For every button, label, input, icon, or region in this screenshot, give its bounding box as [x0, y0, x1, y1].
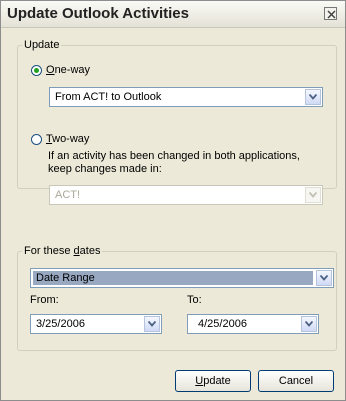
one-way-label: One-way: [46, 64, 91, 76]
close-button[interactable]: [324, 7, 337, 20]
chevron-down-icon: [148, 321, 156, 327]
chevron-down-icon: [309, 192, 317, 198]
dropdown-arrow-button[interactable]: [144, 316, 160, 332]
two-way-radio[interactable]: Two-way: [31, 133, 89, 145]
date-range-type-value: Date Range: [33, 271, 313, 285]
from-date-picker[interactable]: 3/25/2006: [30, 314, 162, 334]
update-outlook-activities-dialog: Update Outlook Activities Update One-way…: [0, 0, 346, 401]
dropdown-arrow-button[interactable]: [316, 270, 332, 286]
radio-unselected-icon: [31, 133, 42, 145]
conflict-hint: If an activity has been changed in both …: [48, 150, 300, 175]
from-label: From:: [30, 294, 59, 306]
dates-group-legend: For these dates: [24, 245, 101, 257]
chevron-down-icon: [309, 94, 317, 100]
to-date-value: 4/25/2006: [198, 318, 247, 330]
chevron-down-icon: [305, 321, 313, 327]
to-label: To:: [187, 294, 202, 306]
one-way-direction-dropdown[interactable]: From ACT! to Outlook: [49, 87, 323, 107]
conflict-winner-value: ACT!: [55, 189, 81, 201]
close-icon: [327, 10, 336, 19]
one-way-radio[interactable]: One-way: [31, 64, 90, 76]
title-bar: Update Outlook Activities: [1, 1, 345, 28]
one-way-direction-value: From ACT! to Outlook: [55, 91, 162, 103]
dropdown-arrow-button[interactable]: [301, 316, 317, 332]
cancel-button[interactable]: Cancel: [258, 370, 334, 392]
radio-selected-icon: [31, 64, 42, 76]
dropdown-arrow-button[interactable]: [305, 89, 321, 105]
update-group-legend: Update: [24, 39, 60, 51]
date-range-type-dropdown[interactable]: Date Range: [30, 268, 334, 288]
conflict-winner-dropdown[interactable]: ACT!: [49, 185, 323, 205]
dates-group: For these dates: [17, 245, 337, 351]
dropdown-arrow-button[interactable]: [305, 187, 321, 203]
from-date-value: 3/25/2006: [36, 318, 85, 330]
chevron-down-icon: [320, 275, 328, 281]
dialog-title: Update Outlook Activities: [7, 5, 189, 22]
update-button[interactable]: Update: [175, 370, 251, 392]
two-way-label: Two-way: [46, 133, 90, 145]
to-date-picker[interactable]: 4/25/2006: [187, 314, 319, 334]
